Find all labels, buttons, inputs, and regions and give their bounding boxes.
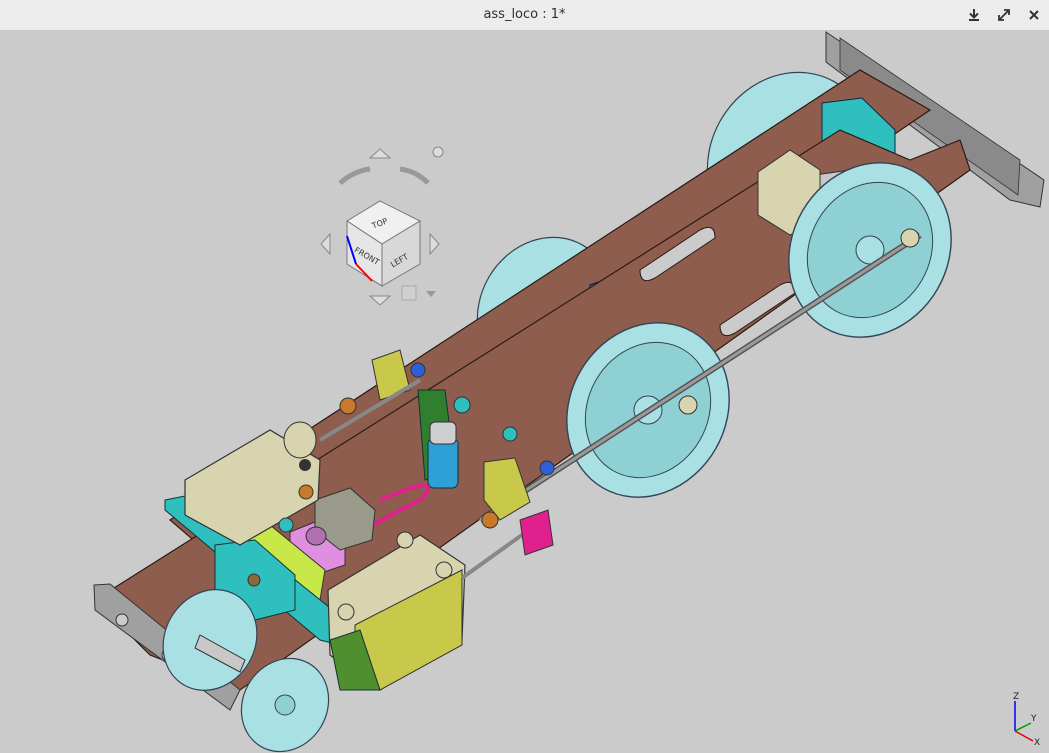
rotate-left-arrow-icon[interactable] — [338, 166, 371, 185]
close-button[interactable] — [1023, 5, 1045, 25]
blue-pump — [427, 421, 459, 489]
chevron-down-icon[interactable] — [426, 291, 436, 297]
arrow-down-icon[interactable] — [368, 295, 392, 306]
triad-label-x: X — [1034, 738, 1040, 748]
locomotive-model[interactable] — [0, 31, 1049, 753]
triad-y-axis — [1014, 722, 1032, 732]
download-button[interactable] — [963, 5, 985, 25]
arrow-right-icon[interactable] — [429, 232, 440, 256]
view-cube-mini-icon[interactable] — [401, 285, 417, 301]
window-titlebar: ass_loco : 1* — [0, 0, 1049, 31]
maximize-button[interactable] — [993, 5, 1015, 25]
arrow-left-icon[interactable] — [320, 232, 331, 256]
close-icon — [1029, 10, 1039, 20]
maximize-icon — [998, 9, 1010, 21]
view-menu-dot-icon[interactable] — [432, 146, 444, 158]
triad-label-z: Z — [1013, 692, 1019, 702]
download-icon — [969, 9, 979, 21]
3d-viewport[interactable]: TOP FRONT LEFT Z Y X — [0, 31, 1049, 753]
axis-triad: Z Y X — [1003, 687, 1049, 749]
window-title: ass_loco : 1* — [483, 7, 566, 22]
arrow-up-icon[interactable] — [368, 148, 392, 159]
rotate-right-arrow-icon[interactable] — [399, 166, 430, 185]
triad-x-axis — [1014, 730, 1034, 742]
triad-label-y: Y — [1030, 714, 1037, 724]
navigation-cube[interactable]: TOP FRONT LEFT — [310, 146, 460, 316]
